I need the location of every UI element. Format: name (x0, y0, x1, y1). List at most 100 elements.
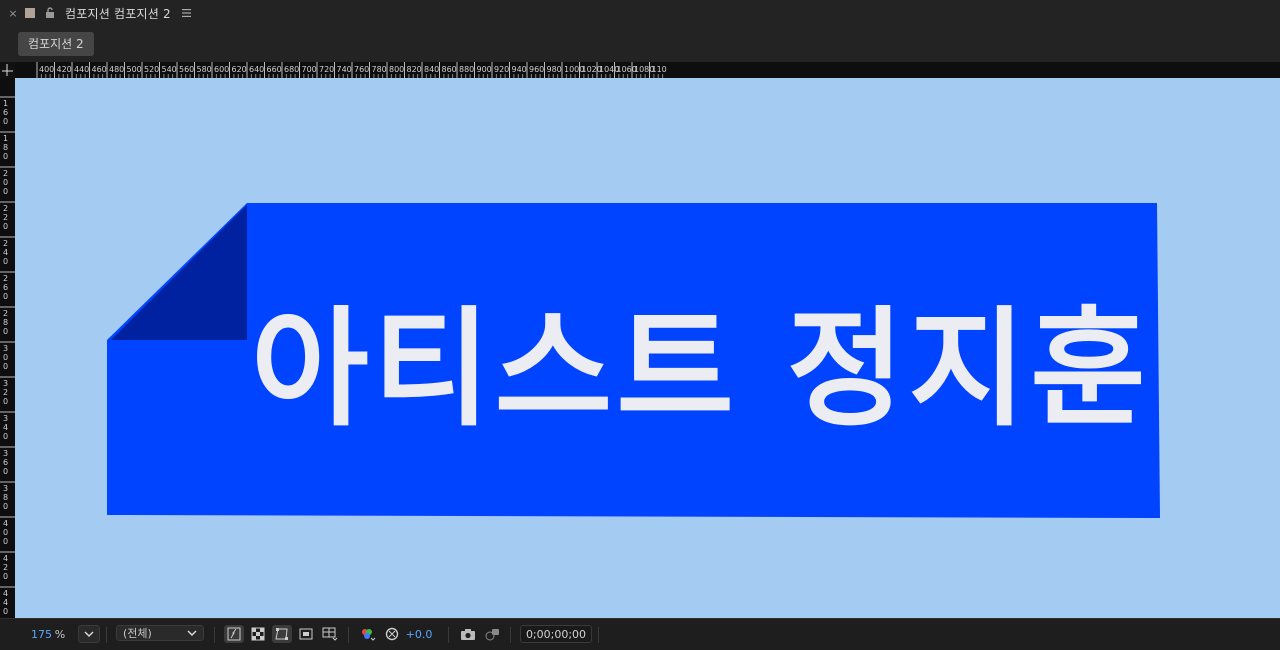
ruler-label: 800 (389, 65, 404, 74)
vertical-ruler[interactable]: 1601802002202402602803003203403603804004… (0, 78, 15, 618)
ruler-label: 0 (3, 432, 8, 441)
fast-previews-icon (227, 627, 241, 641)
ruler-label: 8 (3, 318, 8, 327)
ruler-label: 8 (3, 143, 8, 152)
color-channels-icon (362, 629, 376, 641)
zoom-value[interactable]: 175 (28, 625, 52, 643)
ruler-label: 8 (3, 493, 8, 502)
close-panel-button[interactable]: × (6, 7, 20, 20)
ruler-origin[interactable] (0, 62, 15, 78)
take-snapshot-button[interactable] (458, 625, 478, 643)
grid-guides-button[interactable] (320, 625, 340, 643)
mask-visibility-button[interactable] (272, 625, 292, 643)
ruler-label: 900 (477, 65, 492, 74)
show-snapshot-icon (485, 629, 499, 641)
panel-menu-icon[interactable] (181, 8, 192, 18)
lock-icon[interactable] (44, 7, 56, 19)
ruler-label: 4 (3, 589, 8, 598)
ruler-label: 400 (39, 65, 54, 74)
ruler-label: 760 (354, 65, 369, 74)
ruler-label: 0 (3, 152, 8, 161)
label-color-swatch[interactable] (25, 8, 35, 18)
ruler-label: 940 (512, 65, 527, 74)
ruler-label: 110 (652, 65, 667, 74)
ruler-label: 3 (3, 379, 8, 388)
ruler-label: 560 (179, 65, 194, 74)
ruler-label: 2 (3, 388, 8, 397)
composition-viewer[interactable]: 아티스트 정지훈 (15, 78, 1280, 618)
reset-exposure-button[interactable] (382, 625, 402, 643)
ruler-label: 2 (3, 309, 8, 318)
ruler-label: 660 (267, 65, 282, 74)
fast-previews-button[interactable] (224, 625, 244, 643)
ruler-label: 580 (197, 65, 212, 74)
ruler-label: 720 (319, 65, 334, 74)
ruler-label: 880 (459, 65, 474, 74)
viewer-toolbar: 175 % (전체) +0.0 0;00;00;00 (0, 618, 1280, 650)
ruler-label: 0 (3, 178, 8, 187)
chevron-down-icon (84, 631, 94, 637)
horizontal-ruler[interactable]: 400 420 440 460 480 500 520 540 560 580 600 620 640 6… (15, 62, 1280, 78)
exposure-value[interactable]: +0.0 (404, 625, 434, 643)
ruler-label: 780 (372, 65, 387, 74)
banner-title-text: 아티스트 정지훈 (251, 300, 1141, 440)
ruler-label: 6 (3, 108, 8, 117)
camera-icon (461, 629, 475, 640)
ruler-label: 3 (3, 344, 8, 353)
ruler-label: 2 (3, 213, 8, 222)
show-channel-button[interactable] (358, 625, 378, 643)
ruler-label: 3 (3, 484, 8, 493)
ruler-label: 820 (407, 65, 422, 74)
resolution-dropdown[interactable]: (전체) (116, 625, 204, 641)
ruler-label: 2 (3, 563, 8, 572)
ruler-label: 6 (3, 283, 8, 292)
ruler-label: 980 (547, 65, 562, 74)
transparency-grid-button[interactable] (248, 625, 268, 643)
exposure-reset-icon (385, 627, 399, 641)
ruler-label: 0 (3, 257, 8, 266)
ruler-label: 0 (3, 572, 8, 581)
grid-guides-icon (322, 627, 338, 641)
chevron-down-icon (187, 630, 197, 636)
zoom-unit: % (54, 627, 66, 641)
ruler-label: 700 (302, 65, 317, 74)
ruler-label: 3 (3, 449, 8, 458)
ruler-label: 460 (92, 65, 107, 74)
resolution-value: (전체) (123, 627, 152, 640)
ruler-label: 2 (3, 169, 8, 178)
region-of-interest-button[interactable] (296, 625, 316, 643)
ruler-label: 540 (162, 65, 177, 74)
current-time-display[interactable]: 0;00;00;00 (520, 625, 592, 643)
ruler-label: 0 (3, 537, 8, 546)
ruler-label: 0 (3, 117, 8, 126)
panel-header: × 컴포지션 컴포지션 2 (0, 0, 1280, 26)
ruler-label: 0 (3, 362, 8, 371)
ruler-label: 600 (214, 65, 229, 74)
ruler-label: 0 (3, 467, 8, 476)
mask-path-icon (275, 628, 288, 640)
checkerboard-icon (251, 627, 265, 641)
ruler-label: 4 (3, 519, 8, 528)
ruler-label: 860 (442, 65, 457, 74)
ruler-label: 3 (3, 414, 8, 423)
ruler-label: 740 (337, 65, 352, 74)
ruler-label: 440 (74, 65, 89, 74)
ruler-label: 420 (57, 65, 72, 74)
ruler-label: 680 (284, 65, 299, 74)
zoom-dropdown[interactable] (78, 625, 100, 643)
ruler-label: 620 (232, 65, 247, 74)
show-snapshot-button[interactable] (482, 625, 502, 643)
ruler-label: 6 (3, 458, 8, 467)
ruler-label: 2 (3, 274, 8, 283)
ruler-label: 0 (3, 292, 8, 301)
tab-composition-2[interactable]: 컴포지션 2 (18, 32, 94, 56)
ruler-label: 0 (3, 222, 8, 231)
ruler-label: 480 (109, 65, 124, 74)
ruler-label: 4 (3, 423, 8, 432)
region-of-interest-icon (299, 628, 313, 640)
ruler-label: 920 (494, 65, 509, 74)
ruler-label: 640 (249, 65, 264, 74)
ruler-label: 4 (3, 554, 8, 563)
ruler-label: 0 (3, 353, 8, 362)
ruler-label: 0 (3, 187, 8, 196)
